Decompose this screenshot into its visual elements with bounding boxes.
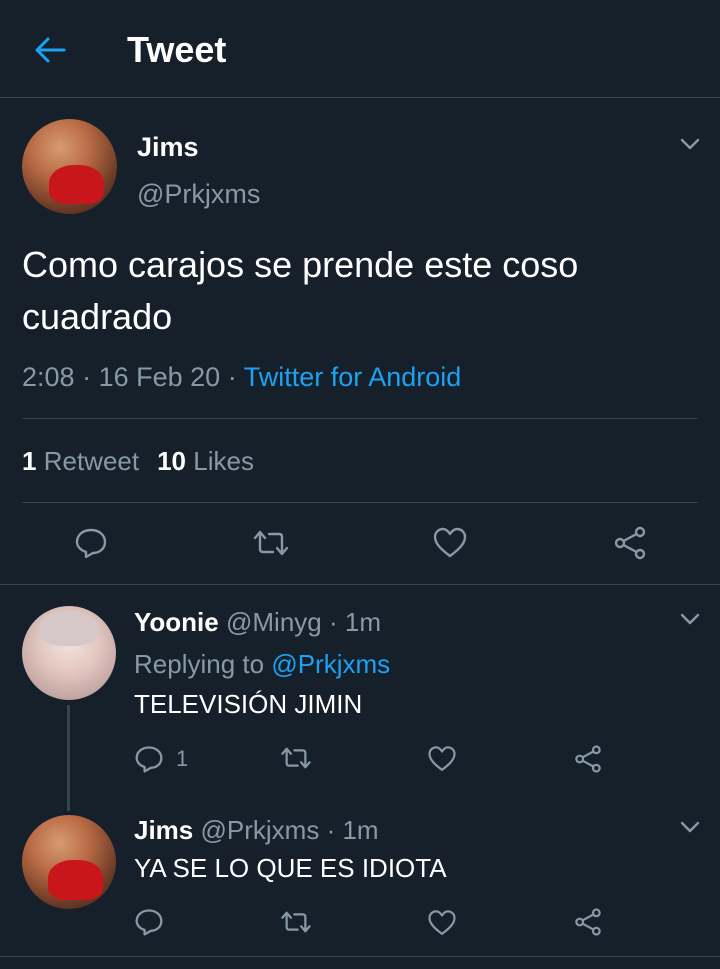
meta-separator: · <box>326 815 336 845</box>
tweet-stats: 1 Retweet 10 Likes <box>22 445 254 477</box>
like-icon <box>433 527 467 558</box>
reply-header: Jims @Prkjxms · 1m <box>134 815 379 845</box>
chevron-down-icon[interactable] <box>678 815 702 839</box>
share-button[interactable] <box>612 525 648 561</box>
back-arrow-icon <box>35 37 66 63</box>
like-button[interactable] <box>427 909 457 937</box>
share-icon <box>575 908 601 936</box>
main-tweet: Jims @Prkjxms Como carajos se prende est… <box>0 99 720 585</box>
chevron-down-icon[interactable] <box>678 132 702 156</box>
retweets-stat[interactable]: 1 Retweet <box>22 446 139 476</box>
retweet-count: 1 <box>22 446 37 476</box>
tweet-meta: 2:08 · 16 Feb 20 · Twitter for Android <box>22 361 461 393</box>
thread-connector <box>67 705 70 811</box>
reply-icon <box>75 528 107 559</box>
meta-separator: · <box>82 362 92 392</box>
author-name[interactable]: Jims <box>137 132 199 162</box>
likes-stat[interactable]: 10 Likes <box>157 446 254 476</box>
like-label: Likes <box>193 446 254 476</box>
reply-count: 1 <box>176 746 189 771</box>
reply-button[interactable] <box>134 907 164 937</box>
chevron-down-icon[interactable] <box>678 607 702 631</box>
divider <box>22 418 698 419</box>
retweet-button[interactable] <box>251 527 291 559</box>
divider <box>22 502 698 503</box>
replying-label: Replying to <box>134 649 265 679</box>
reply-author-handle[interactable]: @Prkjxms <box>201 815 320 845</box>
like-count: 10 <box>157 446 187 476</box>
reply-icon <box>135 909 163 936</box>
replying-to: Replying to @Prkjxms <box>134 649 390 679</box>
retweet-button[interactable] <box>279 908 313 936</box>
reply-button[interactable] <box>74 527 108 559</box>
author-handle[interactable]: @Prkjxms <box>137 179 260 209</box>
tweet-source-link[interactable]: Twitter for Android <box>244 362 462 392</box>
back-button[interactable] <box>30 32 70 68</box>
page-title: Tweet <box>127 29 227 70</box>
share-button[interactable] <box>573 907 603 937</box>
tweet-text: Como carajos se prende este coso cuadrad… <box>22 244 579 337</box>
reply-author-name[interactable]: Jims <box>134 815 193 845</box>
reply-time: 1m <box>342 815 379 845</box>
reply-button[interactable]: 1 <box>134 744 188 774</box>
reply-icon <box>135 746 163 773</box>
retweet-label: Retweet <box>43 446 140 476</box>
avatar[interactable] <box>22 815 116 909</box>
reply-time: 1m <box>344 607 381 637</box>
retweet-button[interactable] <box>279 744 313 772</box>
top-bar: Tweet <box>0 0 720 98</box>
meta-separator: · <box>227 362 237 392</box>
reply-author-name[interactable]: Yoonie <box>134 607 219 637</box>
reply-text: TELEVISIÓN JIMIN <box>134 689 363 719</box>
reply-text: YA SE LO QUE ES IDIOTA <box>134 853 447 883</box>
share-button[interactable] <box>573 744 603 774</box>
meta-separator: · <box>328 607 338 637</box>
tweet-date: 16 Feb 20 <box>98 362 221 392</box>
reply-header: Yoonie @Minyg · 1m <box>134 607 381 637</box>
like-icon <box>428 746 456 771</box>
like-button[interactable] <box>432 527 468 559</box>
tweet-time: 2:08 <box>22 362 75 392</box>
avatar[interactable] <box>22 606 116 700</box>
like-button[interactable] <box>427 745 457 773</box>
share-icon <box>575 745 601 773</box>
retweet-icon <box>253 530 289 556</box>
divider <box>0 956 720 957</box>
replying-mention-link[interactable]: @Prkjxms <box>271 649 390 679</box>
retweet-icon <box>281 747 311 769</box>
retweet-icon <box>281 911 311 933</box>
avatar[interactable] <box>22 119 117 214</box>
share-icon <box>614 526 646 560</box>
reply-author-handle[interactable]: @Minyg <box>226 607 322 637</box>
like-icon <box>428 910 456 935</box>
